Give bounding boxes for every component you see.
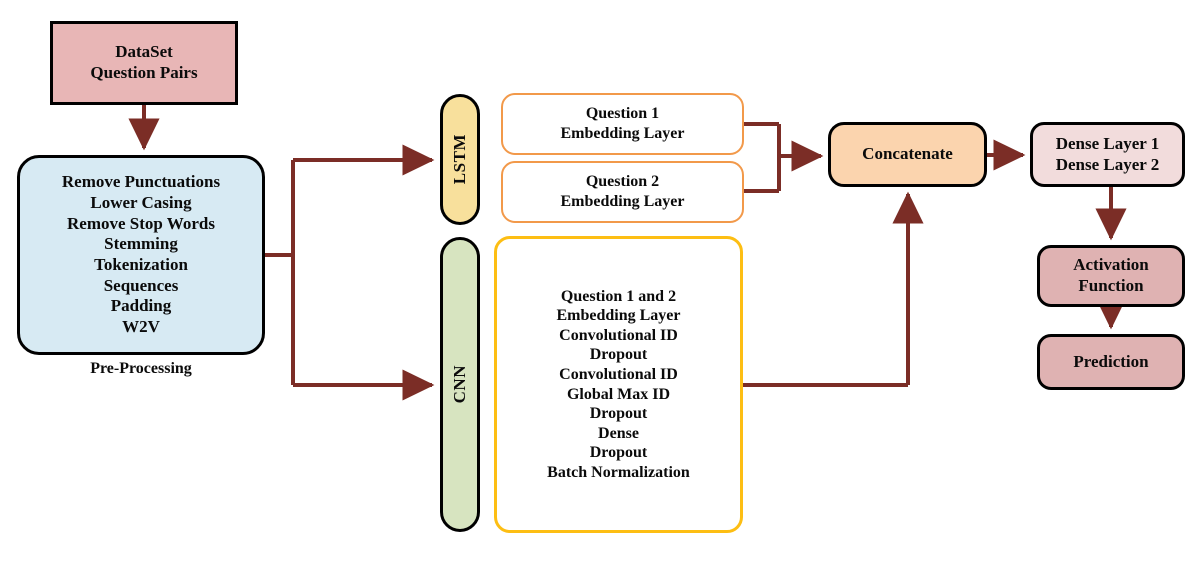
preprocessing-step: Remove Stop Words (67, 213, 215, 233)
preprocessing-caption: Pre-Processing (90, 360, 192, 377)
lstm-label: LSTM (449, 134, 469, 185)
preprocessing-step: Stemming (104, 234, 178, 254)
cnn-layer-item: Dropout (589, 405, 648, 423)
node-lstm[interactable]: LSTM (440, 94, 480, 225)
preprocessing-step: W2V (122, 317, 160, 337)
preprocessing-step: Lower Casing (90, 192, 192, 212)
cnn-layer-item: Dropout (589, 346, 648, 364)
node-cnn-layers[interactable]: Question 1 and 2 Embedding Layer Convolu… (494, 236, 743, 533)
dense-line-2: Dense Layer 2 (1055, 154, 1160, 174)
question2-line-1: Question 2 (585, 173, 660, 191)
cnn-layer-item: Global Max ID (566, 385, 671, 403)
cnn-layer-item: Dense (598, 424, 639, 442)
cnn-layer-item: Embedding Layer (556, 307, 681, 325)
question1-line-1: Question 1 (585, 105, 660, 123)
node-dataset[interactable]: DataSet Question Pairs (50, 21, 238, 105)
cnn-layer-item: Question 1 and 2 (560, 287, 677, 305)
architecture-diagram: DataSet Question Pairs Remove Punctuatio… (0, 0, 1200, 565)
node-activation-function[interactable]: Activation Function (1037, 245, 1185, 307)
prediction-label: Prediction (1073, 351, 1149, 371)
cnn-label: CNN (449, 365, 469, 404)
dataset-line-1: DataSet (115, 42, 173, 62)
question2-line-2: Embedding Layer (560, 193, 685, 210)
dataset-line-2: Question Pairs (90, 63, 198, 82)
cnn-layer-item: Batch Normalization (547, 463, 690, 481)
node-dense-layers[interactable]: Dense Layer 1 Dense Layer 2 (1030, 122, 1185, 187)
preprocessing-step: Sequences (103, 275, 179, 295)
dense-line-1: Dense Layer 1 (1055, 133, 1160, 153)
node-prediction[interactable]: Prediction (1037, 334, 1185, 390)
activation-line-1: Activation (1073, 255, 1149, 275)
preprocessing-step: Tokenization (94, 255, 188, 274)
node-preprocessing[interactable]: Remove Punctuations Lower Casing Remove … (17, 155, 265, 355)
node-concatenate[interactable]: Concatenate (828, 122, 987, 187)
activation-line-2: Function (1078, 276, 1144, 295)
question1-line-2: Embedding Layer (560, 125, 685, 142)
node-cnn[interactable]: CNN (440, 237, 480, 532)
concatenate-label: Concatenate (862, 144, 953, 164)
cnn-layer-item: Convolutional ID (559, 365, 678, 383)
node-question1-embedding[interactable]: Question 1 Embedding Layer (501, 93, 744, 155)
preprocessing-step: Remove Punctuations (61, 172, 221, 192)
node-question2-embedding[interactable]: Question 2 Embedding Layer (501, 161, 744, 223)
cnn-layer-item: Convolutional ID (559, 326, 678, 344)
cnn-layer-item: Dropout (589, 444, 648, 462)
preprocessing-step: Padding (110, 296, 172, 316)
